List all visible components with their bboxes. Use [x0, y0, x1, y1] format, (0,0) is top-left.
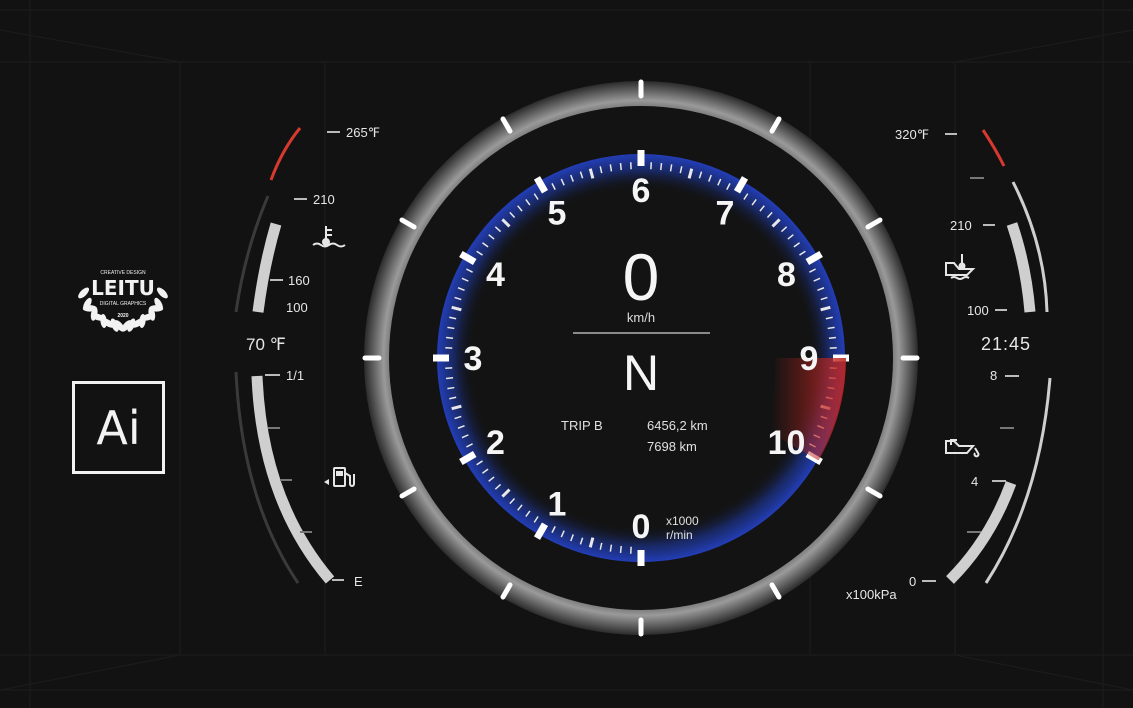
rpm-number-1: 1	[548, 485, 567, 523]
rpm-number-4: 4	[486, 256, 505, 294]
tach-minor-tick	[619, 162, 622, 171]
odometer: 7698 km	[647, 439, 697, 454]
oil-press-8-label: 8	[990, 368, 997, 383]
speed-unit: km/h	[627, 310, 655, 325]
tachometer: 0 1 2 3 4 5 6 7 8 9 10 0 km/h N TRIP B 6456,2 km 7…	[362, 79, 920, 637]
oil-pressure-unit: x100kPa	[846, 587, 897, 602]
ai-badge: Ai	[72, 381, 165, 474]
oil-temp-icon	[945, 254, 976, 280]
oil-temp-210-label: 210	[950, 218, 972, 233]
rpm-number-7: 7	[716, 195, 735, 233]
coolant-temp-icon	[312, 226, 346, 248]
oil-press-4-label: 4	[971, 474, 978, 489]
speed-value: 0	[623, 240, 660, 314]
tach-minor-tick	[445, 336, 454, 339]
rpm-number-10: 10	[768, 424, 806, 462]
oil-temp-gauge-fill	[1006, 222, 1036, 313]
oil-pressure-icon	[945, 439, 980, 458]
temp-current-readout: 70 ℉	[246, 335, 286, 354]
oil-temp-100-label: 100	[967, 303, 989, 318]
oil-temp-redline-arc	[981, 129, 1006, 167]
trip-label: TRIP B	[561, 418, 603, 433]
fuel-full-label: 1/1	[286, 368, 304, 383]
logo-name: LEITU	[91, 276, 155, 300]
laurel-leaf	[78, 287, 90, 299]
rpm-number-5: 5	[548, 195, 567, 233]
temp-redline-arc	[269, 127, 302, 181]
rpm-number-9: 9	[800, 340, 819, 378]
fuel-pump-icon	[324, 467, 355, 487]
rpm-number-2: 2	[486, 424, 505, 462]
rpm-unit-line2: r/min	[666, 528, 693, 542]
logo-year: 2020	[117, 313, 128, 319]
laurel-leaf	[156, 287, 168, 299]
trip-distance: 6456,2 km	[647, 418, 708, 433]
dashboard-canvas: 0 1 2 3 4 5 6 7 8 9 10 0 km/h N TRIP B 6456,2 km 7…	[0, 0, 1133, 708]
tach-minor-tick	[619, 545, 622, 554]
tach-minor-tick	[445, 377, 454, 380]
tach-minor-tick	[828, 336, 837, 339]
rpm-number-3: 3	[464, 340, 483, 378]
temp-210-label: 210	[313, 192, 335, 207]
temp-100-label: 100	[286, 300, 308, 315]
temp-160-label: 160	[288, 273, 310, 288]
rpm-number-8: 8	[777, 256, 796, 294]
left-gauges: 265℉ 210 160 100 70 ℉ 1/1 E	[234, 125, 380, 589]
oil-press-0-label: 0	[909, 574, 916, 589]
oil-temp-max-label: 320℉	[895, 127, 929, 142]
laurel-wreath-icon: CREATIVE DESIGN LEITU DIGITAL GRAPHICS 2…	[78, 270, 168, 332]
ai-badge-label: Ai	[96, 400, 141, 455]
rpm-unit-line1: x1000	[666, 514, 699, 528]
fuel-empty-label: E	[354, 574, 363, 589]
temp-gauge-fill	[252, 222, 282, 313]
leitu-logo: CREATIVE DESIGN LEITU DIGITAL GRAPHICS 2…	[70, 238, 176, 340]
gear-indicator: N	[623, 345, 659, 401]
rpm-number-6: 6	[632, 172, 651, 210]
fuel-gauge-fill	[251, 375, 335, 584]
clock-display: 21:45	[981, 334, 1031, 354]
tach-minor-tick	[660, 162, 663, 171]
logo-sub-text: DIGITAL GRAPHICS	[100, 301, 147, 307]
temp-max-label: 265℉	[346, 125, 380, 140]
rpm-number-0: 0	[632, 508, 651, 546]
fuel-scale-arc	[234, 371, 300, 584]
